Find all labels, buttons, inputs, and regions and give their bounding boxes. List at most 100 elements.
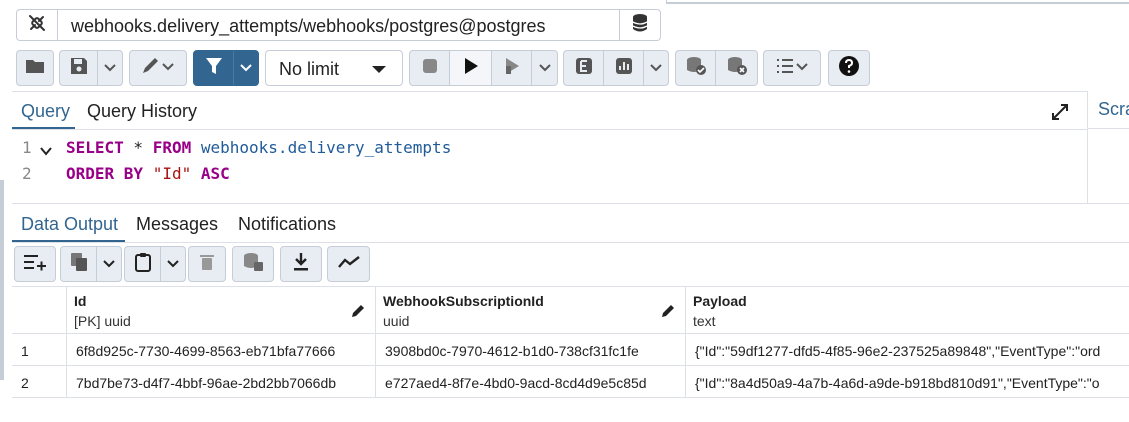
save-data-group	[232, 246, 274, 282]
graph-visualiser-button[interactable]	[328, 247, 369, 281]
editor-top-border	[12, 129, 1087, 130]
graph-icon	[337, 255, 360, 274]
macros-icon	[775, 57, 809, 80]
row-number-text: 2	[21, 375, 29, 391]
open-file-button[interactable]	[17, 51, 53, 85]
chart-icon	[615, 57, 633, 80]
delete-row-button[interactable]	[189, 247, 225, 281]
row-number[interactable]: 1	[12, 334, 67, 366]
add-row-button[interactable]	[15, 247, 55, 281]
left-panel-edge	[0, 180, 4, 380]
cell-text: e727aed4-8f7e-4bd0-9acd-8cd4d9e5c85d	[385, 375, 647, 391]
code-token: ASC	[200, 164, 230, 183]
maximize-icon[interactable]	[1050, 102, 1070, 127]
filter-button[interactable]	[194, 51, 234, 85]
pencil-icon	[351, 304, 365, 321]
add-row-icon	[23, 253, 47, 276]
table-cell[interactable]: {"Id":"59df1277-dfd5-4f85-96e2-237525a89…	[686, 334, 1129, 366]
execute-script-button[interactable]	[492, 51, 532, 85]
chevron-down-icon	[650, 59, 662, 77]
save-icon	[70, 57, 88, 80]
row-number[interactable]: 2	[12, 366, 67, 398]
tab-scratch-pad[interactable]: Scra	[1098, 99, 1129, 120]
row-limit-value: No limit	[279, 59, 340, 79]
execute-dropdown-button[interactable]	[532, 51, 557, 85]
commit-icon	[685, 56, 707, 81]
save-data-button[interactable]	[233, 247, 273, 281]
filter-dropdown-button[interactable]	[234, 51, 258, 85]
copy-button[interactable]	[61, 247, 97, 281]
tab-data-output[interactable]: Data Output	[21, 214, 118, 235]
explain-analyze-button[interactable]	[604, 51, 644, 85]
code-token: "Id"	[152, 164, 192, 183]
edit-menu-button[interactable]	[130, 51, 186, 85]
chevron-down-icon	[103, 255, 115, 273]
fold-chevron-icon[interactable]	[40, 143, 52, 161]
editor-bottom-border	[12, 203, 1129, 204]
code-token: webhooks.delivery_attempts	[191, 138, 452, 157]
row-number-text: 1	[21, 343, 29, 359]
rollback-icon	[726, 56, 748, 81]
explain-dropdown-button[interactable]	[644, 51, 668, 85]
line-number: 2	[22, 164, 32, 183]
pencil-icon	[661, 304, 675, 321]
filter-group	[193, 50, 259, 86]
macros-button[interactable]	[764, 51, 820, 85]
cell-text: {"Id":"59df1277-dfd5-4f85-96e2-237525a89…	[695, 343, 1101, 359]
save-dropdown-button[interactable]	[98, 51, 122, 85]
execute-button[interactable]	[450, 51, 492, 85]
table-cell[interactable]: 7bd7be73-d4f7-4bbf-96ae-2bd2bb7066db	[67, 366, 376, 398]
code-token: FROM	[152, 138, 192, 157]
column-name: WebhookSubscriptionId	[383, 293, 544, 309]
column-header-id[interactable]: Id [PK] uuid	[67, 286, 376, 334]
table-cell[interactable]: e727aed4-8f7e-4bd0-9acd-8cd4d9e5c85d	[376, 366, 686, 398]
row-limit-select[interactable]: No limit	[265, 50, 403, 86]
download-group	[280, 246, 322, 282]
save-data-icon	[242, 252, 264, 277]
row-header-corner[interactable]	[12, 286, 67, 334]
table-cell[interactable]: {"Id":"8a4d50a9-4a7b-4a6d-a9de-b918bd810…	[686, 366, 1129, 398]
cancel-query-button[interactable]	[410, 51, 450, 85]
stop-icon	[422, 58, 438, 79]
top-edge-divider	[666, 0, 1129, 4]
table-cell[interactable]: 6f8d925c-7730-4699-8563-eb71bfa77666	[67, 334, 376, 366]
new-connection-button[interactable]	[619, 10, 660, 40]
column-type: uuid	[383, 313, 410, 329]
explain-button[interactable]	[564, 51, 604, 85]
tab-messages[interactable]: Messages	[136, 214, 218, 235]
code-token: *	[123, 138, 153, 157]
copy-dropdown-button[interactable]	[97, 247, 121, 281]
column-header-webhooksubscriptionid[interactable]: WebhookSubscriptionId uuid	[376, 286, 686, 334]
output-tabs-border	[12, 242, 1129, 243]
code-line-2: ORDER BY "Id" ASC	[66, 164, 230, 183]
step-play-icon	[503, 57, 521, 80]
line-number: 1	[22, 138, 32, 157]
connection-selector[interactable]: webhooks.delivery_attempts/webhooks/post…	[16, 9, 661, 41]
copy-group	[60, 246, 122, 282]
column-name: Payload	[693, 293, 747, 309]
filter-icon	[205, 57, 223, 80]
macros-group	[763, 50, 821, 86]
paste-dropdown-button[interactable]	[161, 247, 185, 281]
plug-icon	[26, 12, 48, 39]
code-token: ORDER BY	[66, 164, 144, 183]
rollback-button[interactable]	[716, 51, 757, 85]
download-button[interactable]	[281, 247, 321, 281]
commit-button[interactable]	[676, 51, 716, 85]
play-icon	[463, 57, 479, 80]
download-icon	[292, 252, 310, 277]
column-header-payload[interactable]: Payload text	[686, 286, 1129, 334]
tab-query-history[interactable]: Query History	[87, 101, 197, 122]
paste-button[interactable]	[125, 247, 161, 281]
table-cell[interactable]: 3908bd0c-7970-4612-b1d0-738cf31fc1fe	[376, 334, 686, 366]
tab-query[interactable]: Query	[21, 101, 70, 122]
code-token: SELECT	[66, 138, 124, 157]
help-button[interactable]	[829, 51, 869, 85]
tab-notifications[interactable]: Notifications	[238, 214, 336, 235]
save-file-button[interactable]	[60, 51, 98, 85]
add-row-group	[14, 246, 56, 282]
connection-status-button[interactable]	[17, 10, 58, 40]
database-icon	[631, 13, 649, 38]
code-line-1: SELECT * FROM webhooks.delivery_attempts	[66, 138, 451, 157]
